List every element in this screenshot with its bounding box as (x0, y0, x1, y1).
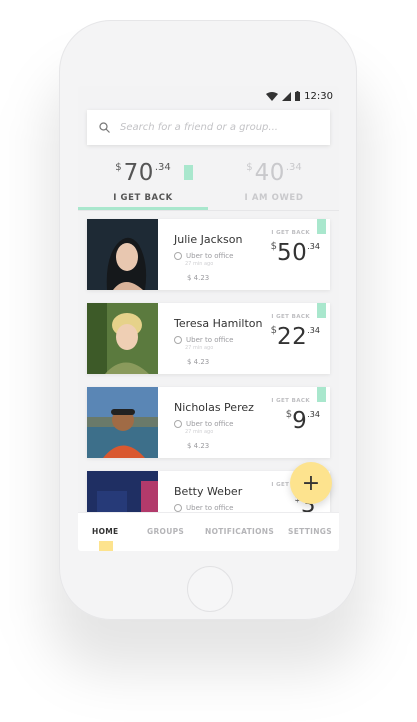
search-input[interactable]: Search for a friend or a group... (120, 122, 278, 133)
amount-cents: .34 (307, 326, 320, 335)
list-item[interactable]: Nicholas Perez Uber to office 27 min ago… (87, 387, 330, 458)
time-ago: 27 min ago (185, 261, 214, 267)
wifi-icon (266, 91, 279, 101)
amount-whole: 50 (276, 240, 308, 266)
tabs-divider (78, 210, 339, 211)
active-nav-marker (99, 541, 113, 551)
time-ago: 27 min ago (185, 345, 214, 351)
clock-icon (174, 336, 182, 344)
status-bar: 12:30 (78, 86, 339, 106)
clock-icon (174, 420, 182, 428)
bottom-navigation: HOME GROUPS NOTIFICATIONS SETTINGS (78, 512, 339, 551)
friend-amount: $50.34 (271, 240, 320, 266)
app-screen: 12:30 Search for a friend or a group... … (78, 86, 339, 551)
search-icon (99, 122, 110, 133)
mint-tag (317, 219, 326, 234)
time-ago: 27 min ago (185, 429, 214, 435)
friend-name: Betty Weber (174, 485, 243, 498)
amount-whole: 70 (123, 160, 154, 186)
signal-icon (282, 91, 292, 101)
expense-price: $ 4.23 (187, 274, 210, 282)
note-text: Uber to office (186, 252, 234, 260)
currency-symbol: $ (285, 409, 293, 420)
friend-name: Nicholas Perez (174, 401, 254, 414)
mint-tag (317, 303, 326, 318)
amount-cents: .34 (307, 410, 320, 419)
amount-whole: 22 (276, 324, 308, 350)
amount-whole: 40 (254, 160, 285, 186)
avatar (87, 219, 158, 290)
plus-icon: + (301, 470, 321, 496)
nav-settings[interactable]: SETTINGS (288, 527, 332, 536)
balance-tabs: $70.34 I GET BACK $40.34 I AM OWED (78, 154, 339, 209)
tab-i-am-owed[interactable]: $40.34 I AM OWED (209, 154, 339, 209)
direction-label: I GET BACK (271, 314, 310, 320)
search-bar[interactable]: Search for a friend or a group... (87, 110, 330, 145)
avatar (87, 303, 158, 374)
expense-price: $ 4.23 (187, 442, 210, 450)
battery-icon (295, 91, 301, 101)
amount-whole: 9 (292, 408, 308, 434)
amount-cents: .34 (307, 242, 320, 251)
nav-home[interactable]: HOME (92, 527, 118, 536)
owed-amount: $40.34 (209, 160, 339, 186)
friend-amount: $9.34 (286, 408, 320, 434)
mint-tag (184, 165, 193, 180)
currency-symbol: $ (115, 162, 122, 173)
friend-name: Julie Jackson (174, 233, 243, 246)
friend-amount: $22.34 (271, 324, 320, 350)
currency-symbol: $ (270, 325, 277, 336)
expense-note: Uber to office (174, 336, 233, 344)
status-time: 12:30 (304, 90, 333, 102)
friend-name: Teresa Hamilton (174, 317, 263, 330)
note-text: Uber to office (186, 420, 234, 428)
expense-price: $ 4.23 (187, 358, 210, 366)
tab-i-get-back[interactable]: $70.34 I GET BACK (78, 154, 208, 209)
clock-icon (174, 504, 182, 512)
nav-groups[interactable]: GROUPS (147, 527, 184, 536)
list-item[interactable]: Teresa Hamilton Uber to office 27 min ag… (87, 303, 330, 374)
note-text: Uber to office (186, 336, 234, 344)
mint-tag (317, 387, 326, 402)
amount-cents: .34 (285, 162, 302, 173)
currency-symbol: $ (246, 162, 253, 173)
expense-note: Uber to office (174, 504, 233, 512)
currency-symbol: $ (270, 241, 277, 252)
nav-notifications[interactable]: NOTIFICATIONS (205, 527, 274, 536)
expense-note: Uber to office (174, 252, 233, 260)
avatar (87, 387, 158, 458)
tab-label: I GET BACK (113, 193, 173, 203)
note-text: Uber to office (186, 504, 234, 512)
expense-note: Uber to office (174, 420, 233, 428)
home-hardware-button[interactable] (187, 566, 233, 612)
clock-icon (174, 252, 182, 260)
direction-label: I GET BACK (271, 398, 310, 404)
amount-cents: .34 (154, 162, 171, 173)
add-expense-button[interactable]: + (290, 462, 332, 504)
direction-label: I GET BACK (271, 230, 310, 236)
list-item[interactable]: Julie Jackson Uber to office 27 min ago … (87, 219, 330, 290)
tab-label: I AM OWED (244, 193, 304, 203)
